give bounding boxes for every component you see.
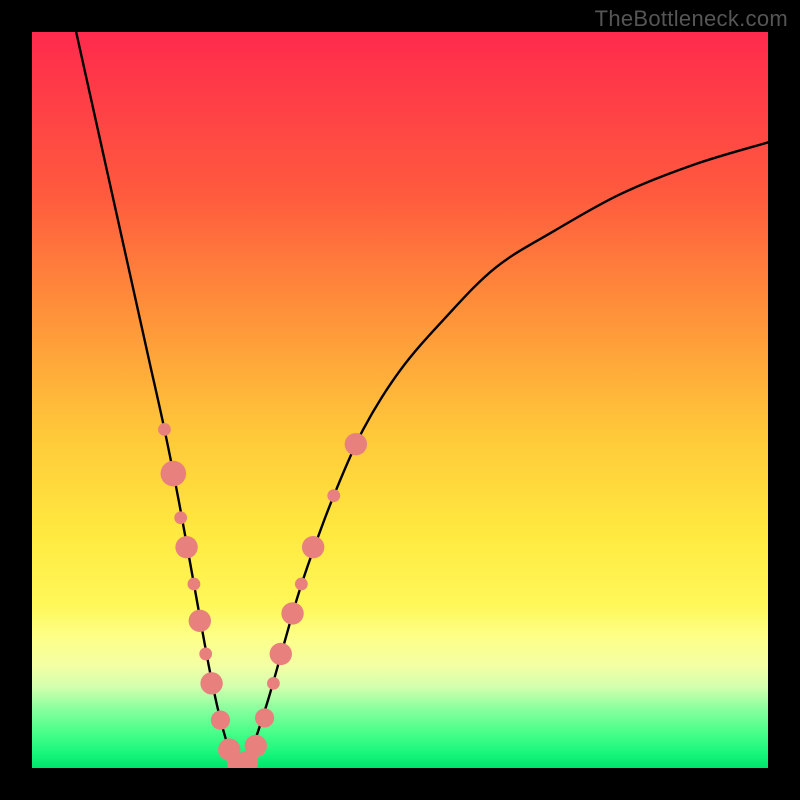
curve-left-curve: [76, 32, 240, 768]
highlight-point: [302, 536, 324, 558]
highlight-point: [174, 511, 187, 524]
highlight-point: [267, 677, 280, 690]
chart-svg: [32, 32, 768, 768]
chart-frame: TheBottleneck.com: [0, 0, 800, 800]
plot-area: [32, 32, 768, 768]
highlight-point: [199, 648, 212, 661]
highlight-point: [189, 610, 211, 632]
watermark-text: TheBottleneck.com: [595, 6, 788, 32]
curve-right-curve: [240, 142, 768, 768]
highlight-point: [270, 643, 292, 665]
highlight-point: [161, 461, 187, 487]
highlight-point: [188, 578, 201, 591]
highlight-point: [295, 578, 308, 591]
highlight-point: [345, 433, 367, 455]
highlight-point: [211, 711, 230, 730]
highlight-point: [158, 423, 171, 436]
highlight-point: [200, 672, 222, 694]
highlight-point: [245, 735, 267, 757]
highlight-point: [255, 708, 274, 727]
highlight-point: [281, 602, 303, 624]
highlight-point: [327, 489, 340, 502]
highlight-point: [175, 536, 197, 558]
